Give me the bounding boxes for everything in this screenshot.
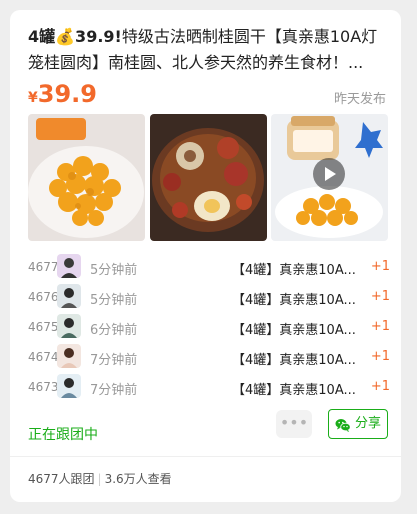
posted-time: 昨天发布 bbox=[333, 92, 386, 107]
longan-soup-bowl-photo[interactable] bbox=[150, 114, 267, 241]
buyer-quantity: +1 bbox=[370, 349, 390, 364]
buyer-row[interactable]: 4673 7分钟前 【4罐】真亲惠10A... +1 bbox=[28, 374, 390, 404]
buyer-row[interactable]: 4674 7分钟前 【4罐】真亲惠10A... +1 bbox=[28, 344, 390, 374]
buyer-quantity: +1 bbox=[370, 289, 390, 304]
share-label: 分享 bbox=[355, 416, 382, 431]
buyer-time-ago: 7分钟前 bbox=[90, 353, 138, 368]
buyer-row[interactable]: 4677 5分钟前 【4罐】真亲惠10A... +1 bbox=[28, 254, 390, 284]
buyer-product: 【4罐】真亲惠10A... bbox=[232, 323, 356, 338]
price-value: 39.9 bbox=[37, 80, 97, 108]
buyer-row[interactable]: 4676 5分钟前 【4罐】真亲惠10A... +1 bbox=[28, 284, 390, 314]
buyer-avatar bbox=[57, 344, 81, 368]
buyer-quantity: +1 bbox=[370, 319, 390, 334]
buyer-product: 【4罐】真亲惠10A... bbox=[232, 383, 356, 398]
longan-jar-video[interactable] bbox=[271, 114, 388, 241]
buyer-seq: 4676 bbox=[28, 290, 59, 304]
divider bbox=[10, 456, 401, 457]
share-button[interactable]: 分享 bbox=[328, 409, 388, 439]
following-status-link[interactable]: 正在跟团中 bbox=[28, 424, 98, 444]
group-buy-card[interactable]: 4罐💰39.9!特级古法晒制桂圆干【真亲惠10A灯笼桂圆肉】南桂圆、北人参天然的… bbox=[10, 10, 401, 502]
buyer-seq: 4673 bbox=[28, 380, 59, 394]
stats-separator: | bbox=[97, 472, 102, 486]
view-count: 3.6万人查看 bbox=[104, 472, 172, 486]
more-options-button[interactable]: ••• bbox=[276, 410, 312, 438]
group-stats: 4677人跟团 | 3.6万人查看 bbox=[28, 470, 172, 487]
dried-longan-plate-photo[interactable] bbox=[28, 114, 145, 241]
currency-symbol: ¥ bbox=[28, 90, 38, 106]
wechat-icon bbox=[335, 416, 351, 432]
buyer-time-ago: 5分钟前 bbox=[90, 293, 138, 308]
buyer-list: 4677 5分钟前 【4罐】真亲惠10A... +1 4676 5分钟前 【4罐… bbox=[28, 254, 390, 404]
buyer-quantity: +1 bbox=[370, 379, 390, 394]
title-price-tag: 4罐💰39.9! bbox=[28, 27, 122, 46]
buyer-row[interactable]: 4675 6分钟前 【4罐】真亲惠10A... +1 bbox=[28, 314, 390, 344]
buyer-avatar bbox=[57, 314, 81, 338]
buyer-time-ago: 6分钟前 bbox=[90, 323, 138, 338]
buyer-time-ago: 5分钟前 bbox=[90, 263, 138, 278]
buyer-avatar bbox=[57, 254, 81, 278]
buyer-seq: 4677 bbox=[28, 260, 59, 274]
buyer-quantity: +1 bbox=[370, 259, 390, 274]
buyer-time-ago: 7分钟前 bbox=[90, 383, 138, 398]
image-gallery bbox=[28, 114, 388, 241]
joined-count: 4677人跟团 bbox=[28, 472, 95, 486]
play-video-icon[interactable] bbox=[313, 158, 345, 190]
buyer-seq: 4675 bbox=[28, 320, 59, 334]
buyer-seq: 4674 bbox=[28, 350, 59, 364]
post-title[interactable]: 4罐💰39.9!特级古法晒制桂圆干【真亲惠10A灯笼桂圆肉】南桂圆、北人参天然的… bbox=[28, 24, 388, 76]
buyer-avatar bbox=[57, 374, 81, 398]
buyer-avatar bbox=[57, 284, 81, 308]
price-row: ¥39.9 昨天发布 bbox=[28, 80, 386, 110]
buyer-product: 【4罐】真亲惠10A... bbox=[232, 353, 356, 368]
buyer-product: 【4罐】真亲惠10A... bbox=[232, 263, 356, 278]
buyer-product: 【4罐】真亲惠10A... bbox=[232, 293, 356, 308]
